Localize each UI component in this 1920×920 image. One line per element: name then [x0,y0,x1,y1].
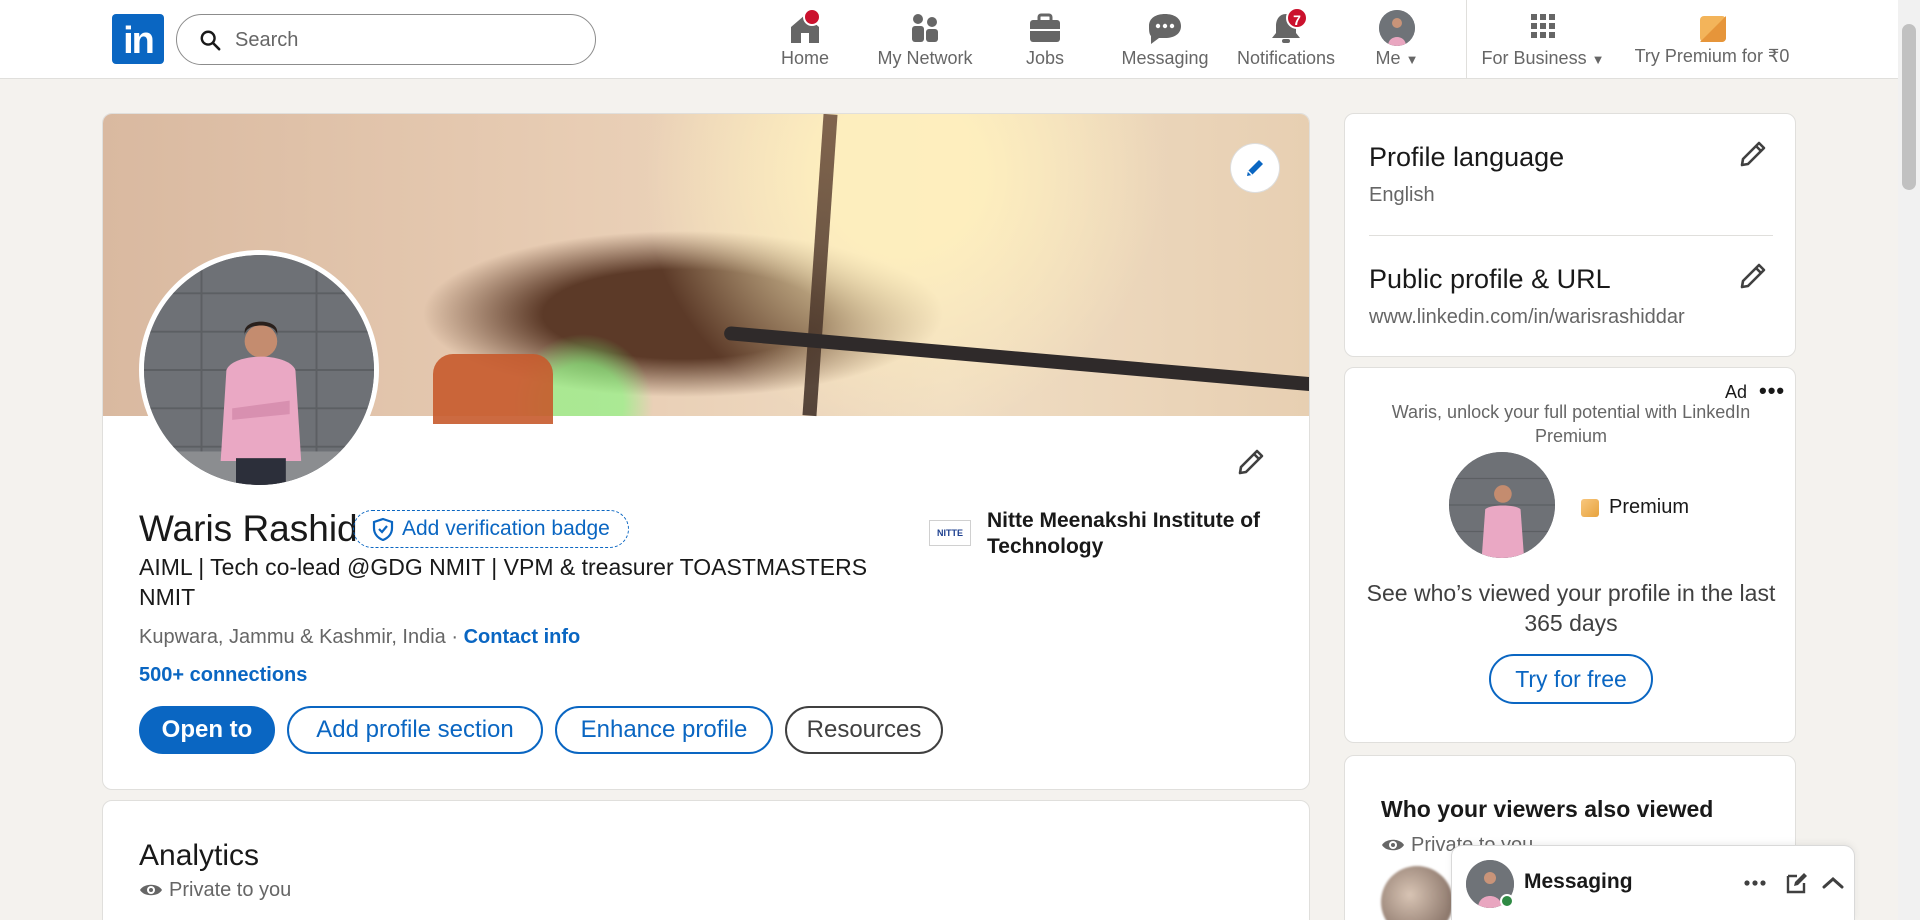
premium-tag: Premium [1581,496,1689,519]
home-icon [785,8,825,46]
premium-label: Premium [1609,496,1690,518]
viewers-also-viewed-title: Who your viewers also viewed [1381,796,1714,822]
profile-photo[interactable] [139,250,379,490]
premium-icon [1692,10,1732,46]
nav-try-premium-label: Try Premium for ₹0 [1634,46,1790,66]
messaging-label: Messaging [1524,870,1633,893]
chevron-up-icon [1822,876,1844,889]
nav-divider [1466,0,1467,79]
nav-jobs[interactable]: Jobs [1020,6,1070,72]
nav-home-label: Home [780,48,829,68]
bell-icon: 7 [1266,7,1308,46]
search-input[interactable] [235,25,575,55]
people-icon [905,10,945,46]
open-to-button[interactable]: Open to [139,706,275,754]
ellipsis-icon [1744,880,1766,886]
add-verification-badge-button[interactable]: Add verification badge [353,510,629,548]
profile-settings-card: Profile language English Public profile … [1344,113,1796,357]
profile-language-value: English [1369,184,1435,206]
pencil-icon [1238,449,1264,475]
resources-button[interactable]: Resources [785,706,943,754]
location-text: Kupwara, Jammu & Kashmir, India [139,626,446,648]
page-scrollbar-thumb[interactable] [1902,24,1916,190]
online-status-dot [1500,894,1514,908]
compose-icon [1786,873,1807,894]
chevron-down-icon: ▼ [1405,52,1419,67]
contact-info-link[interactable]: Contact info [464,626,581,648]
divider [1369,235,1773,236]
add-verification-badge-label: Add verification badge [402,517,610,540]
search-box[interactable] [176,14,596,65]
premium-ad-card: Ad ••• Waris, unlock your full potential… [1344,367,1796,743]
home-notification-dot [803,8,821,26]
profile-intro-card: Waris Rashid Add verification badge AIML… [102,113,1310,790]
nav-try-premium[interactable]: Try Premium for ₹0 [1632,6,1792,72]
profile-location: Kupwara, Jammu & Kashmir, India · Contac… [139,626,580,649]
eye-icon [1382,839,1404,851]
nav-home[interactable]: Home [770,6,840,72]
edit-cover-button[interactable] [1231,144,1279,192]
public-profile-url-value: www.linkedin.com/in/warisrashiddar [1369,306,1685,328]
messaging-more-button[interactable] [1742,870,1768,901]
premium-icon [1581,499,1599,517]
nav-notifications[interactable]: 7 Notifications [1234,6,1338,72]
pencil-icon [1740,141,1766,167]
nav-for-business-label: For Business ▼ [1481,48,1605,68]
nav-me-label: Me ▼ [1375,48,1419,68]
analytics-privacy: Private to you [139,879,291,902]
briefcase-icon [1025,10,1065,46]
profile-headline: AIML | Tech co-lead @GDG NMIT | VPM & tr… [139,554,868,610]
messaging-overlay-bar[interactable]: Messaging [1452,846,1854,920]
linkedin-logo[interactable]: in [112,14,164,64]
edit-intro-button[interactable] [1235,446,1267,483]
profile-name: Waris Rashid [139,508,358,549]
pencil-icon [1247,160,1263,176]
search-icon [200,30,221,51]
enhance-profile-button[interactable]: Enhance profile [555,706,773,754]
chat-icon [1145,10,1185,46]
expand-messaging-button[interactable] [1820,870,1846,901]
ad-body-text: See who’s viewed your profile in the las… [1366,580,1776,636]
nav-messaging-label: Messaging [1121,48,1209,68]
notifications-count-badge: 7 [1286,7,1308,29]
nav-jobs-label: Jobs [1025,48,1065,68]
ad-avatar [1449,452,1555,558]
analytics-card: Analytics Private to you [102,800,1310,920]
edit-public-profile-url-button[interactable] [1737,260,1769,297]
nav-my-network-label: My Network [877,48,973,68]
compose-message-button[interactable] [1784,870,1810,901]
viewer-avatar[interactable] [1381,866,1453,920]
cover-detail [433,354,553,424]
analytics-title: Analytics [139,839,260,872]
nav-messaging[interactable]: Messaging [1120,6,1210,72]
school-logo: NITTE [929,520,971,546]
nav-me-menu[interactable]: Me ▼ [1366,6,1428,72]
me-avatar [1379,10,1415,46]
chevron-down-icon: ▼ [1591,52,1605,67]
cover-detail [802,114,838,417]
school-name: Nitte Meenakshi Institute of Technology [987,509,1261,558]
location-separator: · [445,626,464,648]
shield-check-icon [372,517,394,541]
analytics-privacy-text: Private to you [169,879,292,901]
pencil-icon [1740,263,1766,289]
nav-my-network[interactable]: My Network [872,6,978,72]
try-for-free-button[interactable]: Try for free [1489,654,1653,704]
edit-profile-language-button[interactable] [1737,138,1769,175]
connections-link[interactable]: 500+ connections [139,664,307,687]
eye-icon [140,884,162,896]
public-profile-url-title: Public profile & URL [1369,264,1611,294]
top-navigation-bar: in Home My Network Jobs Messaging [0,0,1898,79]
profile-language-title: Profile language [1369,142,1565,172]
add-profile-section-button[interactable]: Add profile section [287,706,543,754]
nav-for-business[interactable]: For Business ▼ [1480,6,1606,72]
grid-icon [1523,10,1563,46]
profile-photo-image [144,255,374,485]
ad-message: Waris, unlock your full potential with L… [1391,402,1751,446]
nav-notifications-label: Notifications [1236,48,1336,68]
